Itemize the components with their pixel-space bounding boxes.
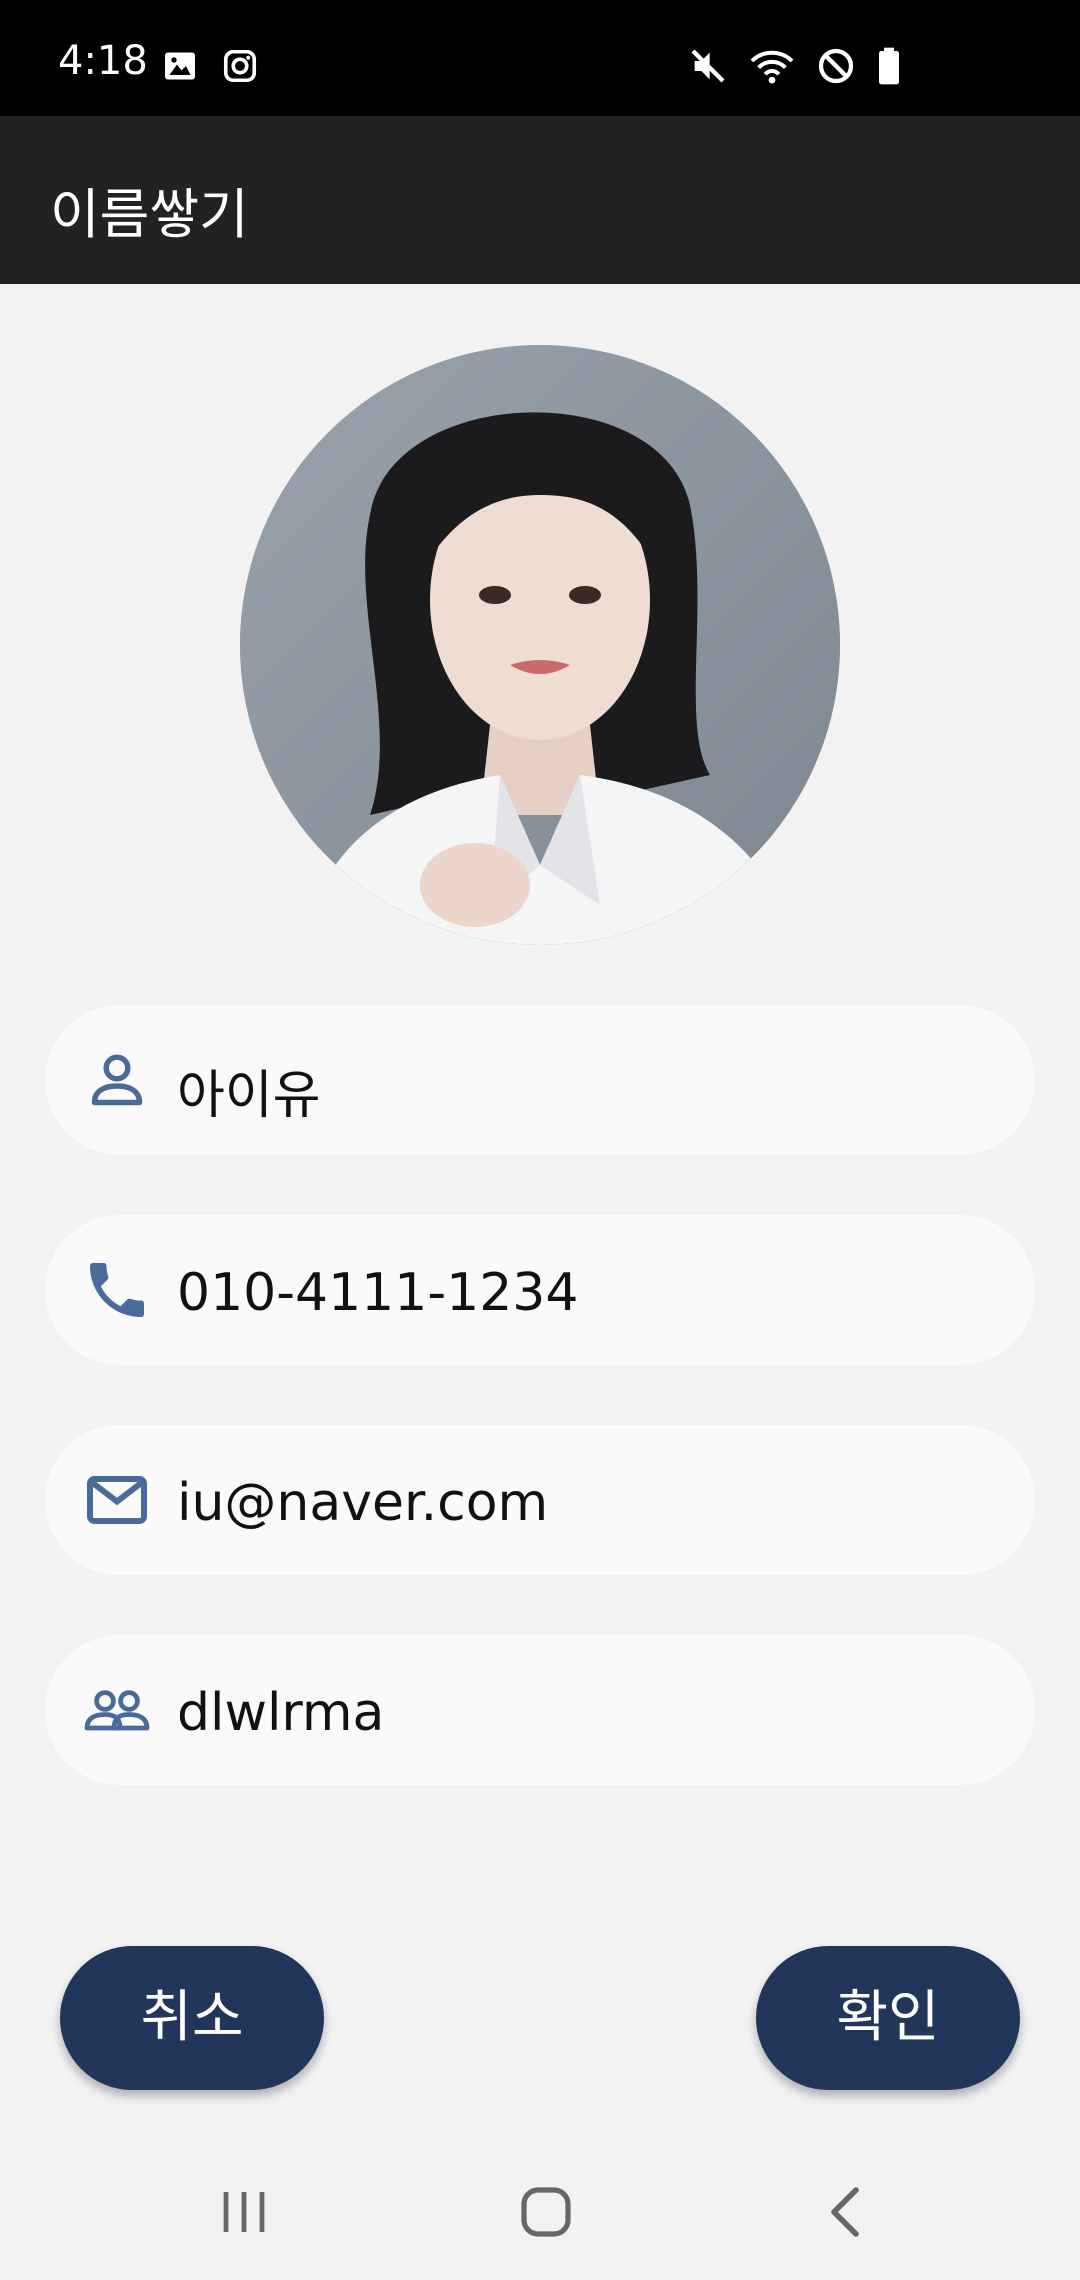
instagram-icon xyxy=(223,49,257,83)
status-bar: 4:18 xyxy=(0,0,1080,116)
recents-icon[interactable] xyxy=(216,2180,272,2244)
app-bar: 이름쌓기 xyxy=(0,116,1080,284)
status-left-icons xyxy=(162,48,258,84)
mail-icon xyxy=(87,1476,147,1524)
email-value: iu@naver.com xyxy=(177,1473,549,1533)
page-title: 이름쌓기 xyxy=(50,183,249,246)
cancel-button[interactable]: 취소 xyxy=(60,1946,324,2090)
avatar[interactable] xyxy=(240,345,840,945)
name-value: 아이유 xyxy=(177,1066,321,1126)
phone-field[interactable]: 010-4111-1234 xyxy=(45,1215,1035,1365)
phone-icon xyxy=(90,1263,144,1317)
group-field[interactable]: dlwlrma xyxy=(45,1635,1035,1785)
home-icon[interactable] xyxy=(514,2180,578,2244)
navigation-bar xyxy=(0,2150,1080,2280)
group-icon xyxy=(84,1690,150,1731)
image-icon xyxy=(165,52,195,80)
status-time: 4:18 xyxy=(58,38,148,84)
wifi-icon xyxy=(750,50,794,84)
phone-value: 010-4111-1234 xyxy=(177,1263,579,1323)
group-value: dlwlrma xyxy=(177,1683,385,1743)
confirm-button[interactable]: 확인 xyxy=(756,1946,1020,2090)
profile-photo xyxy=(240,345,840,945)
email-field[interactable]: iu@naver.com xyxy=(45,1425,1035,1575)
person-icon xyxy=(91,1054,143,1106)
do-not-disturb-icon xyxy=(818,48,854,84)
battery-icon xyxy=(879,47,899,85)
back-icon[interactable] xyxy=(818,2180,874,2244)
name-field[interactable]: 아이유 xyxy=(45,1005,1035,1155)
status-right-icons xyxy=(688,46,902,86)
mute-icon xyxy=(691,49,725,83)
